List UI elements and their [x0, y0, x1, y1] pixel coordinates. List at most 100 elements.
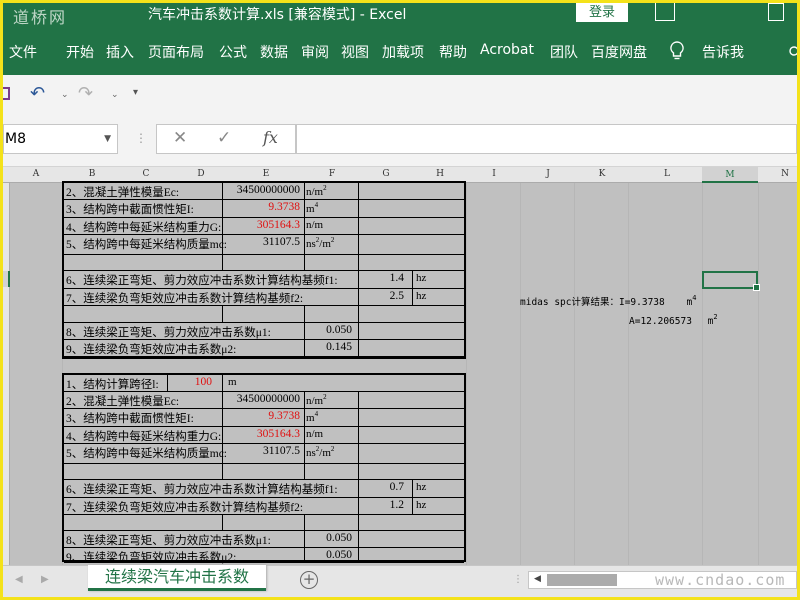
table-row[interactable]: 7、连续梁负弯矩效应冲击系数计算结构基频f2: 1.2 hz [64, 498, 464, 515]
scrollbar-thumb[interactable] [547, 574, 617, 586]
row-value[interactable]: 9.3738 [226, 410, 300, 422]
tab-formulas[interactable]: 公式 [219, 42, 247, 62]
col-header-a[interactable]: A [29, 169, 43, 179]
row-value[interactable]: 0.7 [364, 481, 404, 493]
table-row[interactable]: 6、连续梁正弯矩、剪力效应冲击系数计算结构基频f1: 0.7 hz [64, 480, 464, 498]
next-sheet-icon[interactable]: ▶ [41, 574, 49, 585]
col-header-c[interactable]: C [139, 169, 153, 179]
row-value[interactable]: 305164.3 [226, 428, 300, 440]
table-row[interactable]: 1、结构计算跨径l: 100 m [64, 375, 464, 392]
col-header-h[interactable]: H [433, 169, 447, 179]
tab-baidu[interactable]: 百度网盘 [591, 42, 647, 62]
table-row[interactable] [64, 515, 464, 531]
table-row[interactable]: 9、连续梁负弯矩效应冲击系数μ2: 0.145 [64, 340, 464, 357]
table-row[interactable]: 8、连续梁正弯矩、剪力效应冲击系数μ1: 0.050 [64, 531, 464, 548]
table-row[interactable] [64, 306, 464, 323]
table-row[interactable] [64, 255, 464, 271]
table-row[interactable]: 4、结构跨中每延米结构重力G: 305164.3 n/m [64, 218, 464, 235]
col-header-k[interactable]: K [595, 169, 609, 179]
cell-border [358, 427, 359, 443]
share-icon[interactable] [783, 42, 797, 60]
scroll-left-icon[interactable]: ◀ [534, 574, 541, 584]
ribbon-display-icon[interactable] [655, 3, 675, 21]
table-row[interactable]: 7、连续梁负弯矩效应冲击系数计算结构基频f2: 2.5 hz [64, 289, 464, 306]
table-row[interactable]: 6、连续梁正弯矩、剪力效应冲击系数计算结构基频f1: 1.4 hz [64, 271, 464, 289]
cancel-icon[interactable]: ✕ [173, 128, 187, 148]
row-header-8[interactable] [3, 271, 10, 287]
row-value[interactable]: 0.050 [309, 549, 352, 561]
name-box[interactable]: M8 ▼ [3, 124, 118, 154]
col-header-l[interactable]: L [660, 169, 674, 179]
row-unit: n/m2 [306, 393, 327, 407]
tab-acrobat[interactable]: Acrobat [480, 42, 534, 58]
restore-icon[interactable] [768, 3, 784, 21]
row-value[interactable]: 9.3738 [226, 201, 300, 213]
table-row[interactable]: 3、结构跨中截面惯性矩I: 9.3738 m4 [64, 200, 464, 218]
tab-review[interactable]: 审阅 [301, 42, 329, 62]
enter-icon[interactable]: ✓ [217, 128, 231, 148]
table-row[interactable] [64, 464, 464, 480]
row-value[interactable]: 0.050 [309, 532, 352, 544]
tab-file[interactable]: 文件 [9, 42, 37, 62]
row-value[interactable]: 305164.3 [226, 219, 300, 231]
row-value[interactable]: 2.5 [364, 290, 404, 302]
row-value[interactable]: 31107.5 [226, 445, 300, 457]
save-icon[interactable] [3, 87, 10, 100]
add-sheet-button[interactable]: + [300, 571, 318, 589]
tab-insert[interactable]: 插入 [106, 42, 134, 62]
tab-layout[interactable]: 页面布局 [148, 42, 204, 62]
tab-help[interactable]: 帮助 [439, 42, 467, 62]
row-value[interactable]: 1.4 [364, 272, 404, 284]
col-header-n[interactable]: N [778, 169, 792, 179]
insert-function-button[interactable]: fx [263, 128, 278, 147]
formula-bar-grip-icon[interactable]: ⋮ [135, 131, 147, 145]
redo-icon[interactable]: ↷ [78, 83, 93, 104]
col-header-g[interactable]: G [379, 169, 393, 179]
customize-toolbar-icon[interactable]: ▾ [133, 87, 138, 98]
tell-me-search[interactable]: 告诉我 [702, 42, 744, 62]
row-value[interactable]: 34500000000 [226, 184, 300, 196]
col-header-f[interactable]: F [325, 169, 339, 179]
tab-home[interactable]: 开始 [66, 42, 94, 62]
selected-cell-m8[interactable] [702, 271, 760, 291]
undo-icon[interactable]: ↶ [30, 83, 45, 104]
row-value[interactable]: 0.145 [309, 341, 352, 353]
col-header-j[interactable]: J [541, 169, 555, 179]
col-header-d[interactable]: D [194, 169, 208, 179]
prev-sheet-icon[interactable]: ◀ [15, 574, 23, 585]
unit-text: n/m [306, 395, 324, 407]
cell-border [358, 255, 359, 270]
table-row[interactable]: 2、混凝土弹性模量Ec: 34500000000 n/m2 [64, 392, 464, 409]
scrollbar-grip-icon[interactable]: ⋮ [513, 574, 523, 585]
col-header-m[interactable]: M [702, 167, 758, 183]
col-header-b[interactable]: B [85, 169, 99, 179]
table-row[interactable]: 2、混凝土弹性模量Ec: 34500000000 n/m2 [64, 183, 464, 200]
formula-input[interactable] [296, 124, 797, 154]
row-value[interactable]: 1.2 [364, 499, 404, 511]
col-header-e[interactable]: E [259, 169, 273, 179]
undo-dropdown-icon[interactable]: ⌄ [61, 90, 69, 100]
cell-border [358, 289, 359, 305]
row-unit: hz [416, 499, 426, 511]
row-value[interactable]: 34500000000 [226, 393, 300, 405]
tab-addins[interactable]: 加载项 [382, 42, 424, 62]
tab-data[interactable]: 数据 [260, 42, 288, 62]
span-value[interactable]: 100 [177, 376, 212, 388]
table-row[interactable]: 5、结构跨中每延米结构质量mc: 31107.5 ns2/m2 [64, 444, 464, 464]
table-row[interactable]: 9、连续梁负弯矩效应冲击系数μ2: 0.050 [64, 548, 464, 564]
col-header-i[interactable]: I [487, 169, 501, 179]
row-value[interactable]: 0.050 [309, 324, 352, 336]
table-row[interactable]: 4、结构跨中每延米结构重力G: 305164.3 n/m [64, 427, 464, 444]
table-row[interactable]: 5、结构跨中每延米结构质量mc: 31107.5 ns2/m2 [64, 235, 464, 255]
tab-view[interactable]: 视图 [341, 42, 369, 62]
table-row[interactable]: 3、结构跨中截面惯性矩I: 9.3738 m4 [64, 409, 464, 427]
worksheet-grid[interactable]: A B C D E F G H I J K L M N 2、混凝土弹性模量Ec:… [3, 167, 797, 565]
redo-dropdown-icon[interactable]: ⌄ [111, 90, 119, 100]
table-row[interactable]: 8、连续梁正弯矩、剪力效应冲击系数μ1: 0.050 [64, 323, 464, 340]
row-value[interactable]: 31107.5 [226, 236, 300, 248]
login-button[interactable]: 登录 [576, 3, 628, 22]
sheet-tab-active[interactable]: 连续梁汽车冲击系数 [88, 565, 266, 591]
tab-team[interactable]: 团队 [550, 42, 578, 62]
col-divider [466, 183, 467, 565]
chevron-down-icon[interactable]: ▼ [104, 125, 111, 153]
